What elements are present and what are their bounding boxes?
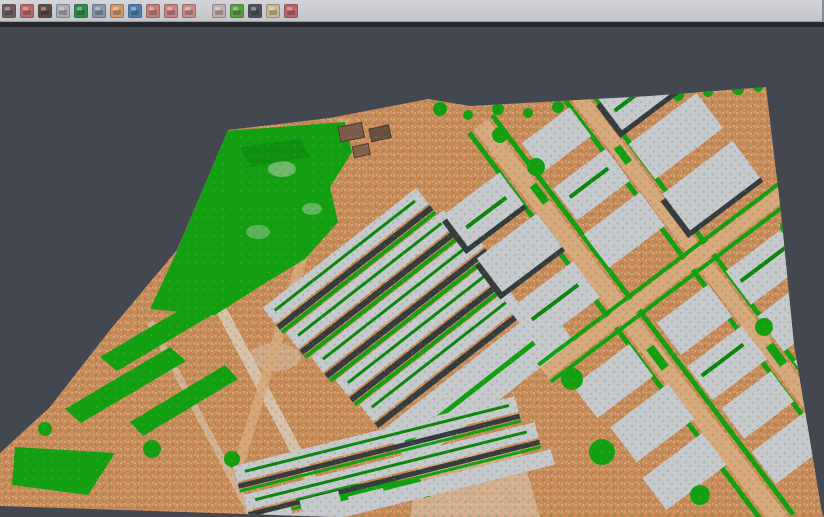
terrain-mound-icon[interactable] <box>38 4 52 18</box>
target-ring-icon[interactable] <box>164 4 178 18</box>
globe-icon[interactable] <box>128 4 142 18</box>
classification-map-icon[interactable] <box>230 4 244 18</box>
texture-swatch-icon[interactable] <box>2 4 16 18</box>
terrain-scene <box>0 27 824 517</box>
annotation-map-icon[interactable] <box>266 4 280 18</box>
red-list-icon[interactable] <box>146 4 160 18</box>
main-toolbar <box>0 0 824 21</box>
faded-grid-icon[interactable] <box>212 4 226 18</box>
gear-icon[interactable] <box>248 4 262 18</box>
green-hill-icon[interactable] <box>74 4 88 18</box>
striped-flag-icon[interactable] <box>284 4 298 18</box>
selection-bounds-icon[interactable] <box>182 4 196 18</box>
sparse-points-icon[interactable] <box>56 4 70 18</box>
classified-points-icon[interactable] <box>20 4 34 18</box>
toolbar-group-separator <box>200 10 208 11</box>
height-column-icon[interactable] <box>92 4 106 18</box>
orthophoto-icon[interactable] <box>110 4 124 18</box>
viewport-3d[interactable] <box>0 27 824 517</box>
